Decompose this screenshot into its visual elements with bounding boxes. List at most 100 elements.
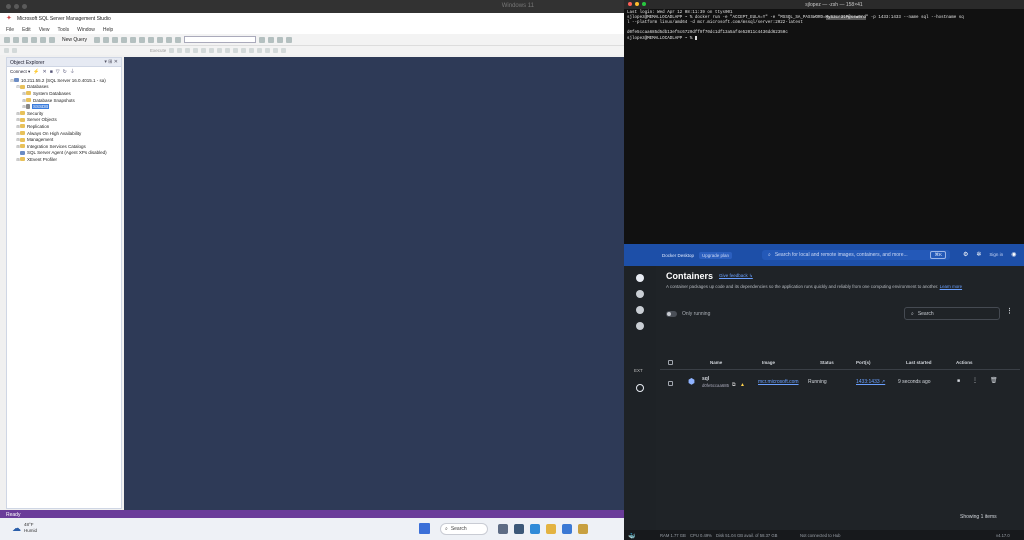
container-name[interactable]: sql bbox=[702, 376, 709, 382]
weather-widget[interactable]: ☁ 48°F Humid bbox=[12, 522, 37, 534]
comment-icon[interactable] bbox=[257, 48, 263, 53]
widgets-icon[interactable] bbox=[514, 524, 524, 534]
windows-start-icon[interactable] bbox=[419, 523, 430, 534]
copy-icon[interactable] bbox=[139, 36, 146, 43]
connect-button[interactable]: Connect ▾ bbox=[10, 69, 30, 75]
results-text-icon[interactable] bbox=[233, 48, 239, 53]
settings-gear-icon[interactable]: ⚙ bbox=[963, 251, 968, 258]
menu-help[interactable]: Help bbox=[103, 27, 113, 33]
connect-icon[interactable]: ⚡ bbox=[33, 69, 39, 75]
row-checkbox[interactable] bbox=[668, 381, 673, 388]
sign-in-link[interactable]: Sign in bbox=[989, 252, 1003, 257]
task-view-icon[interactable] bbox=[498, 524, 508, 534]
results-file-icon[interactable] bbox=[249, 48, 255, 53]
more-options-icon[interactable]: ⋮ bbox=[1006, 307, 1013, 315]
toolbox-icon[interactable] bbox=[277, 36, 284, 43]
taskbar-search[interactable]: ⌕ Search bbox=[440, 523, 488, 535]
toggle-switch-icon[interactable] bbox=[666, 311, 677, 317]
docker-global-search[interactable]: ⌕ Search for local and remote images, co… bbox=[762, 250, 950, 260]
solution-explorer-icon[interactable] bbox=[259, 36, 266, 43]
stop-icon[interactable]: ■ bbox=[957, 378, 960, 384]
save-all-icon[interactable] bbox=[49, 36, 55, 43]
available-db-icon[interactable] bbox=[12, 48, 17, 53]
file-explorer-icon[interactable] bbox=[546, 524, 556, 534]
panel-controls-icon[interactable]: ▾ ⊞ ✕ bbox=[104, 59, 118, 65]
learn-more-link[interactable]: Learn more bbox=[940, 284, 962, 289]
menu-window[interactable]: Window bbox=[77, 27, 95, 33]
activity-monitor-icon[interactable]: ⏚ bbox=[70, 68, 75, 75]
query-mdx-icon[interactable] bbox=[94, 36, 101, 43]
menu-edit[interactable]: Edit bbox=[22, 27, 31, 33]
stop-icon[interactable]: ■ bbox=[50, 69, 53, 75]
dev-environments-nav-icon[interactable] bbox=[636, 322, 644, 330]
outdent-icon[interactable] bbox=[281, 48, 287, 53]
upgrade-plan-button[interactable]: Upgrade plan bbox=[699, 252, 733, 259]
undo-icon[interactable] bbox=[157, 36, 164, 43]
col-status[interactable]: Status bbox=[820, 360, 834, 365]
tree-node[interactable]: ⊞ Integration Services Catalogs bbox=[7, 143, 121, 150]
tree-node[interactable]: ⊞ XEvent Profiler bbox=[7, 156, 121, 163]
filter-icon[interactable]: ▽ bbox=[56, 69, 60, 75]
indent-icon[interactable] bbox=[273, 48, 279, 53]
intellisense-icon[interactable] bbox=[201, 48, 207, 53]
container-search-input[interactable]: ⌕ Search bbox=[904, 307, 1000, 320]
database-dropdown[interactable] bbox=[184, 36, 257, 43]
tree-node[interactable]: ⊞ SSSDB bbox=[7, 103, 121, 110]
container-ports-link[interactable]: 1433:1433 ↗ bbox=[856, 379, 885, 385]
containers-nav-icon[interactable] bbox=[636, 274, 644, 282]
debug-icon[interactable] bbox=[175, 36, 182, 43]
col-image[interactable]: Image bbox=[762, 360, 775, 365]
col-name[interactable]: Name bbox=[710, 360, 722, 365]
results-grid-icon[interactable] bbox=[241, 48, 247, 53]
new-project-icon[interactable] bbox=[22, 36, 28, 43]
menu-file[interactable]: File bbox=[6, 27, 14, 33]
stop-icon[interactable] bbox=[169, 48, 175, 53]
execute-button[interactable]: Execute bbox=[150, 48, 166, 53]
new-query-button[interactable]: New Query bbox=[62, 37, 87, 43]
query-dmx-icon[interactable] bbox=[103, 36, 110, 43]
delete-icon[interactable]: 🗑 bbox=[990, 377, 998, 384]
terminal-output[interactable]: Last login: Wed Apr 12 08:11:39 on ttys0… bbox=[624, 11, 1024, 42]
tree-node[interactable]: SQL Server Agent (Agent XPs disabled) bbox=[7, 150, 121, 157]
account-icon[interactable]: ◉ bbox=[1011, 251, 1016, 258]
ssms-taskbar-icon[interactable] bbox=[578, 524, 588, 534]
uncomment-icon[interactable] bbox=[265, 48, 271, 53]
troubleshoot-icon[interactable]: ✲ bbox=[976, 251, 981, 258]
forward-icon[interactable] bbox=[13, 36, 19, 43]
tree-node[interactable]: ⊞ Replication bbox=[7, 123, 121, 130]
cut-icon[interactable] bbox=[130, 36, 137, 43]
tree-node[interactable]: ⊞ Always On High Availability bbox=[7, 130, 121, 137]
tree-node[interactable]: ⊞ Database Snapshots bbox=[7, 97, 121, 104]
only-running-toggle[interactable]: Only running bbox=[666, 311, 710, 317]
customize-icon[interactable] bbox=[286, 36, 293, 43]
menu-view[interactable]: View bbox=[39, 27, 50, 33]
tree-node[interactable]: ⊞ Server Objects bbox=[7, 117, 121, 124]
redo-icon[interactable] bbox=[166, 36, 173, 43]
paste-icon[interactable] bbox=[148, 36, 155, 43]
select-all-checkbox[interactable] bbox=[668, 360, 673, 366]
container-image-link[interactable]: mcr.microsoft.com bbox=[758, 379, 799, 385]
parse-icon[interactable] bbox=[177, 48, 183, 53]
actual-plan-icon[interactable] bbox=[209, 48, 215, 53]
estimated-plan-icon[interactable] bbox=[185, 48, 191, 53]
save-icon[interactable] bbox=[40, 36, 46, 43]
copy-id-icon[interactable]: ⧉ bbox=[732, 382, 736, 388]
live-stats-icon[interactable] bbox=[217, 48, 223, 53]
tree-node[interactable]: ⊞ System Databases bbox=[7, 90, 121, 97]
tree-node[interactable]: ⊟ 10.211.55.2 (SQL Server 16.0.4015.1 - s… bbox=[7, 77, 121, 84]
give-feedback-link[interactable]: Give feedback ↳ bbox=[719, 273, 753, 279]
col-ports[interactable]: Port(s) bbox=[856, 360, 871, 365]
images-nav-icon[interactable] bbox=[636, 290, 644, 298]
hub-status[interactable]: Not connected to Hub bbox=[800, 533, 841, 538]
query-xmla-icon[interactable] bbox=[112, 36, 119, 43]
menu-tools[interactable]: Tools bbox=[57, 27, 69, 33]
disconnect-icon[interactable]: ✕ bbox=[43, 69, 47, 75]
row-more-icon[interactable]: ⋮ bbox=[972, 377, 978, 384]
open-file-icon[interactable] bbox=[31, 36, 37, 43]
col-last-started[interactable]: Last started bbox=[906, 360, 932, 365]
query-das-icon[interactable] bbox=[121, 36, 128, 43]
add-extension-icon[interactable] bbox=[636, 384, 644, 392]
client-stats-icon[interactable] bbox=[225, 48, 231, 53]
change-connection-icon[interactable] bbox=[4, 48, 9, 53]
store-icon[interactable] bbox=[562, 524, 572, 534]
